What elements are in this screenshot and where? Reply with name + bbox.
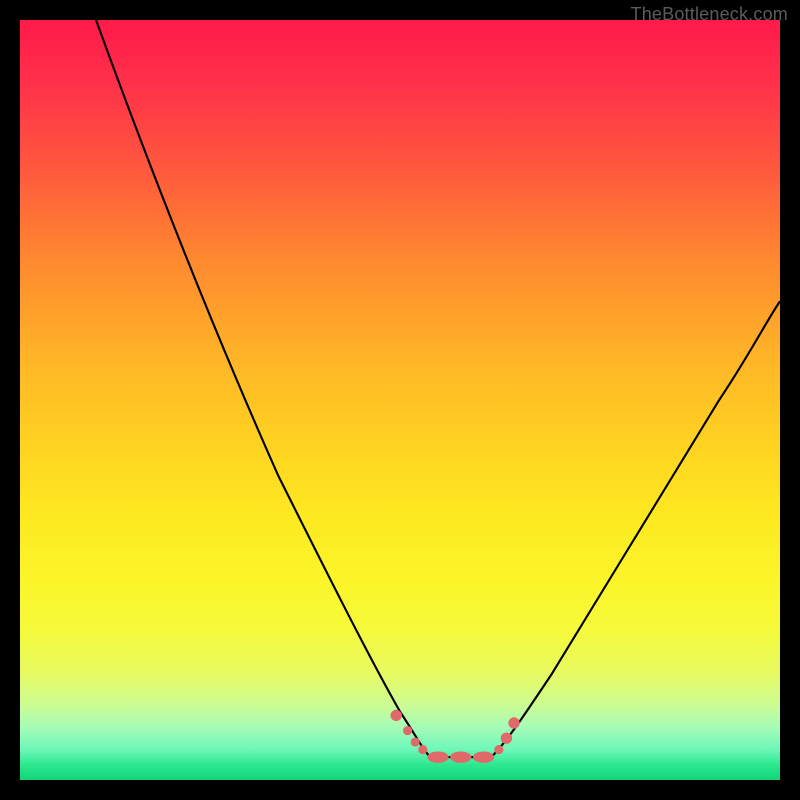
curve-layer: [20, 20, 780, 780]
marker-dot: [418, 745, 427, 754]
plot-area: [20, 20, 780, 780]
watermark-text: TheBottleneck.com: [631, 4, 788, 25]
marker-dot: [403, 726, 412, 735]
marker-dot: [427, 752, 448, 763]
marker-dot: [391, 710, 402, 721]
right-curve: [491, 301, 780, 757]
marker-dot: [411, 737, 420, 746]
marker-dot: [508, 717, 519, 728]
marker-dot: [501, 733, 512, 744]
left-curve: [96, 20, 430, 757]
marker-dot: [473, 752, 494, 763]
marker-dot: [494, 745, 503, 754]
marker-dot: [450, 752, 471, 763]
chart-frame: TheBottleneck.com: [0, 0, 800, 800]
marker-group: [391, 710, 520, 763]
